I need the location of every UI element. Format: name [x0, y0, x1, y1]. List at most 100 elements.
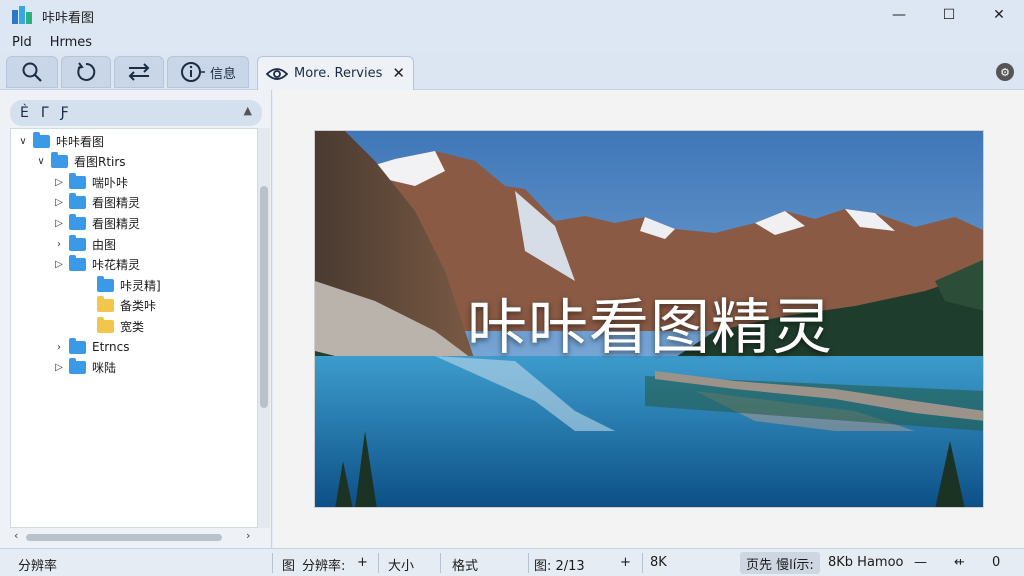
- tree-item-label: 看图精灵: [92, 196, 141, 211]
- zoom-out-button[interactable]: —: [914, 555, 927, 570]
- tree-item-label: 喘卟咔: [92, 175, 129, 190]
- folder-icon: [69, 193, 86, 210]
- tree-item[interactable]: ∨ 看图Rtirs: [35, 152, 126, 172]
- tree-item[interactable]: 咔灵精]: [81, 275, 161, 295]
- status-divider: [272, 553, 273, 573]
- tree-item[interactable]: › Etrncs: [53, 337, 129, 357]
- tree-item[interactable]: ▷ 喘卟咔: [53, 172, 128, 192]
- app-logo-icon: [12, 6, 32, 26]
- window-controls: — ☐ ✕: [874, 0, 1024, 32]
- tree-item-label: 看图Rtirs: [74, 155, 126, 170]
- maximize-button[interactable]: ☐: [924, 0, 974, 30]
- landscape-photo[interactable]: 咔咔看图精灵: [314, 130, 984, 508]
- folder-icon: [33, 131, 50, 148]
- menu-item-home[interactable]: Hrmes: [48, 35, 94, 50]
- tree-item-label: 咔咔看图: [56, 134, 105, 149]
- folder-icon: [97, 275, 114, 292]
- tree-item-label: 备类咔: [120, 299, 157, 314]
- tree-item[interactable]: 宽类: [81, 316, 144, 336]
- tab-label: More. Rervies: [294, 66, 383, 81]
- settings-icon[interactable]: ⚙: [996, 63, 1014, 81]
- tree-expand-icon[interactable]: ▷: [53, 218, 65, 229]
- tab-close-icon[interactable]: ✕: [392, 64, 405, 82]
- window-title: 咔咔看图: [42, 10, 95, 26]
- eye-icon: [266, 67, 288, 80]
- tree-item[interactable]: ∨ 咔咔看图: [17, 131, 104, 151]
- toolbar: 信息: [0, 52, 1024, 90]
- swap-button[interactable]: [114, 56, 164, 88]
- menu-bar: Pld Hrmes: [0, 32, 1024, 52]
- tree-item-label: Etrncs: [92, 340, 130, 354]
- status-page: 图: 2/13: [534, 559, 585, 574]
- close-button[interactable]: ✕: [974, 0, 1024, 30]
- tree-item-label: 宽类: [120, 319, 145, 334]
- status-quality: 8K: [650, 555, 667, 570]
- tree-item[interactable]: ▷ 看图精灵: [53, 193, 140, 213]
- tree-item-label: 咪陆: [92, 361, 117, 376]
- tree-expand-icon[interactable]: ∨: [17, 136, 29, 147]
- folder-icon: [69, 255, 86, 272]
- tree-item-label: 咔灵精]: [120, 278, 161, 293]
- collapse-chevron-icon[interactable]: ▲: [244, 104, 252, 117]
- sidebar-edit-icon[interactable]: Ѐ: [20, 105, 29, 121]
- menu-item-file[interactable]: Pld: [10, 35, 34, 50]
- sidebar-font-icon[interactable]: Ƒ: [61, 105, 69, 121]
- refresh-button[interactable]: [61, 56, 111, 88]
- tree-expand-icon[interactable]: ›: [53, 342, 65, 353]
- tree-expand-icon[interactable]: ▷: [53, 177, 65, 188]
- minimize-button[interactable]: —: [874, 0, 924, 30]
- scroll-right-icon[interactable]: ›: [246, 529, 250, 542]
- info-button[interactable]: 信息: [167, 56, 249, 88]
- folder-tree: ∨ 咔咔看图 ∨ 看图Rtirs ▷ 喘卟咔 ▷ 看图精灵 ▷ 看图精灵 › 由图 ▷ 咔花精灵 咔灵精] 备…: [10, 128, 258, 528]
- image-caption-text: 咔咔看图精灵: [467, 293, 833, 363]
- search-button[interactable]: [6, 56, 58, 88]
- tree-expand-icon[interactable]: ∨: [35, 156, 47, 167]
- status-display-chip[interactable]: 页先 慢lí示:: [740, 552, 820, 574]
- tree-item[interactable]: › 由图: [53, 234, 116, 254]
- status-divider: [378, 553, 379, 573]
- tree-expand-icon[interactable]: ›: [53, 239, 65, 250]
- sidebar-header: Ѐ ᒥ Ƒ ▲: [10, 100, 262, 126]
- refresh-icon: [77, 62, 96, 81]
- tree-expand-icon[interactable]: ▷: [53, 197, 65, 208]
- folder-icon: [97, 316, 114, 333]
- swap-icon: [128, 63, 150, 81]
- status-add-button[interactable]: +: [620, 555, 631, 570]
- tree-expand-icon[interactable]: ▷: [53, 362, 65, 373]
- title-bar: 咔咔看图 — ☐ ✕: [0, 0, 1024, 32]
- info-icon: [180, 62, 205, 82]
- folder-icon: [69, 358, 86, 375]
- status-resolution: 分辨率:: [302, 559, 346, 574]
- scroll-left-icon[interactable]: ‹: [14, 529, 18, 542]
- tree-item[interactable]: ▷ 看图精灵: [53, 213, 140, 233]
- sidebar-horizontal-scrollbar[interactable]: ‹ ›: [10, 529, 258, 544]
- search-icon: [22, 62, 42, 82]
- sidebar-filter-icon[interactable]: ᒥ: [41, 105, 49, 121]
- tree-item[interactable]: 备类咔: [81, 296, 156, 316]
- tab-image-view[interactable]: More. Rervies ✕: [257, 56, 414, 90]
- tree-item[interactable]: ▷ 咪陆: [53, 358, 116, 378]
- status-divider: [642, 553, 643, 573]
- status-image-label: 图: [282, 559, 296, 574]
- status-divider: [528, 553, 529, 573]
- tree-expand-icon[interactable]: ▷: [53, 259, 65, 270]
- tree-item[interactable]: ▷ 咔花精灵: [53, 255, 140, 275]
- sidebar-vertical-scrollbar[interactable]: [258, 128, 270, 528]
- folder-icon: [69, 337, 86, 354]
- folder-icon: [69, 172, 86, 189]
- status-resolution-left: 分辨率: [18, 559, 58, 574]
- status-format: 格式: [452, 559, 479, 574]
- status-bar: 分辨率 图 分辨率: + 大小 格式 图: 2/13 + 8K 页先 慢lí示:…: [0, 548, 1024, 576]
- folder-icon: [69, 213, 86, 230]
- sidebar: Ѐ ᒥ Ƒ ▲ ∨ 咔咔看图 ∨ 看图Rtirs ▷ 喘卟咔 ▷ 看图精灵 ▷ 看图精灵 › 由图 ▷ 咔…: [0, 90, 272, 548]
- rotate-button[interactable]: 0: [992, 555, 1000, 570]
- status-zoom: 8Kb Hamoo: [828, 555, 904, 570]
- folder-icon: [69, 234, 86, 251]
- status-size: 大小: [388, 559, 415, 574]
- folder-icon: [97, 296, 114, 313]
- status-divider: [440, 553, 441, 573]
- scrollbar-thumb[interactable]: [260, 186, 268, 408]
- status-plus-button[interactable]: +: [357, 555, 368, 570]
- horizontal-scrollbar-thumb[interactable]: [26, 534, 222, 541]
- fit-window-icon[interactable]: ⇷: [954, 555, 965, 570]
